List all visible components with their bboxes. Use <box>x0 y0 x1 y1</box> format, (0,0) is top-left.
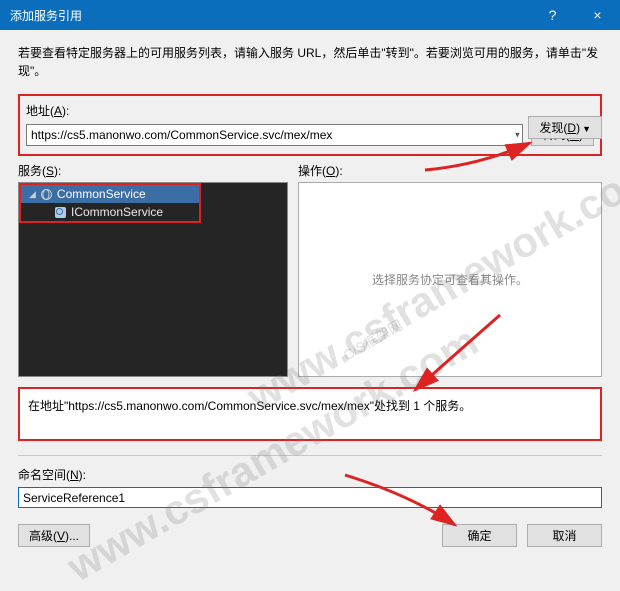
namespace-input[interactable] <box>18 487 602 508</box>
titlebar-buttons: ? × <box>530 0 620 30</box>
address-input[interactable] <box>26 124 523 146</box>
operations-list[interactable]: 选择服务协定可查看其操作。 <box>298 182 602 377</box>
chevron-down-icon: ▼ <box>582 124 591 134</box>
cancel-button[interactable]: 取消 <box>527 524 602 547</box>
globe-icon <box>41 189 52 200</box>
tree-node-label: CommonService <box>57 187 146 201</box>
advanced-button[interactable]: 高级(V)... <box>18 524 90 547</box>
help-button[interactable]: ? <box>530 0 575 30</box>
operations-placeholder: 选择服务协定可查看其操作。 <box>372 271 528 288</box>
operations-pane: 操作(O): 选择服务协定可查看其操作。 <box>298 162 602 377</box>
ok-button[interactable]: 确定 <box>442 524 517 547</box>
services-highlight: ◢ CommonService ICommonService <box>19 183 201 223</box>
panes: 服务(S): ◢ CommonService ICommonService <box>18 162 602 377</box>
divider <box>18 455 602 456</box>
services-label: 服务(S): <box>18 162 288 179</box>
discover-button[interactable]: 发现(D)▼ <box>528 116 602 139</box>
tree-node-commonservice[interactable]: ◢ CommonService <box>21 185 199 203</box>
address-section: 地址(A): ▾ 转到(G) <box>18 94 602 156</box>
bottom-right-buttons: 确定 取消 <box>442 524 602 547</box>
services-pane: 服务(S): ◢ CommonService ICommonService <box>18 162 288 377</box>
collapse-icon: ◢ <box>29 189 36 200</box>
tree-node-label: ICommonService <box>71 205 163 219</box>
close-button[interactable]: × <box>575 0 620 30</box>
address-row: ▾ 转到(G) <box>26 123 594 146</box>
titlebar: 添加服务引用 ? × <box>0 0 620 30</box>
address-input-wrap: ▾ <box>26 124 523 146</box>
bottom-buttons: 高级(V)... 确定 取消 <box>18 524 602 547</box>
status-message: 在地址"https://cs5.manonwo.com/CommonServic… <box>18 387 602 441</box>
operations-label: 操作(O): <box>298 162 602 179</box>
services-tree[interactable]: ◢ CommonService ICommonService <box>18 182 288 377</box>
address-label: 地址(A): <box>26 102 594 119</box>
tree-node-icommonservice[interactable]: ICommonService <box>21 203 199 221</box>
contract-icon <box>55 207 66 218</box>
namespace-label: 命名空间(N): <box>18 466 602 483</box>
window-title: 添加服务引用 <box>10 7 530 24</box>
instruction-text: 若要查看特定服务器上的可用服务列表，请输入服务 URL，然后单击"转到"。若要浏… <box>18 44 602 80</box>
dialog-content: 若要查看特定服务器上的可用服务列表，请输入服务 URL，然后单击"转到"。若要浏… <box>0 30 620 559</box>
